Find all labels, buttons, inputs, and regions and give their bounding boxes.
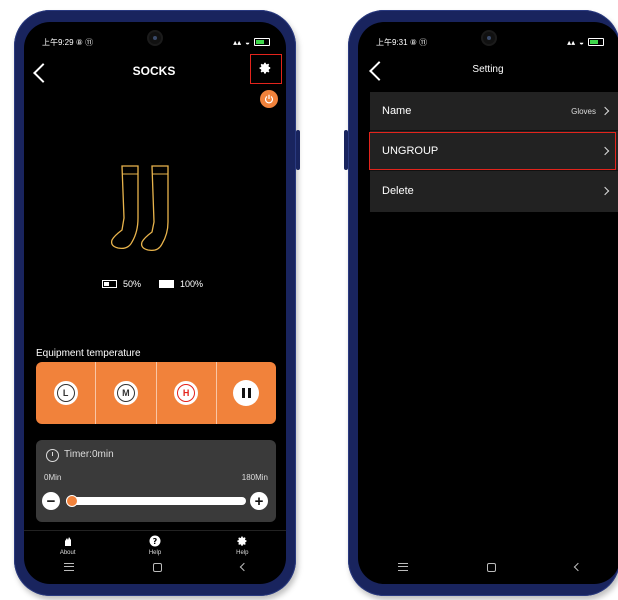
page-title: Setting [472,64,504,75]
status-icons: ▴▴ ◒ [233,38,270,47]
phone-right: 上午9:31 ⑧ ⑪ ▴▴ ◒ Setting Name Gloves UNGR… [344,10,618,596]
system-nav-bar [24,550,286,584]
clock-icon [46,449,59,462]
wifi-icon: ◒ [245,37,250,47]
system-nav-bar [358,550,618,584]
timer-slider-handle[interactable] [66,495,78,507]
back-nav-icon[interactable] [239,562,248,572]
home-nav-icon[interactable] [486,562,496,572]
status-bar: 上午9:29 ⑧ ⑪ ▴▴ ◒ [42,36,270,48]
temp-low-cell: L [36,362,97,424]
signal-icon: ▴▴ [567,37,576,47]
status-bar: 上午9:31 ⑧ ⑪ ▴▴ ◒ [376,36,604,48]
gear-icon[interactable] [258,61,272,75]
battery-half-icon [102,280,117,288]
question-icon: ? [149,535,161,547]
hand-heat-icon [64,537,71,546]
equipment-temperature-label: Equipment temperature [36,348,141,359]
status-time: 上午9:31 ⑧ ⑪ [376,37,428,47]
socks-screen: 上午9:29 ⑧ ⑪ ▴▴ ◒ SOCKS 50% 100% Equipment… [24,22,286,584]
status-icons: ▴▴ ◒ [567,38,604,47]
svg-text:?: ? [153,537,158,546]
row-label: Name [382,105,412,117]
timer-min-label: 0Min [44,473,62,482]
gear-icon [237,536,247,546]
back-nav-icon[interactable] [573,562,582,572]
menu-nav-icon[interactable] [63,563,74,571]
power-button[interactable] [260,90,278,108]
temp-high-cell: H [157,362,217,424]
row-label: Delete [382,185,414,197]
pause-cell [217,362,276,424]
settings-row-delete[interactable]: Delete [370,172,618,210]
timer-decrease-button[interactable]: − [42,492,60,510]
battery-icon [588,38,604,46]
ungroup-highlight [369,132,616,170]
menu-nav-icon[interactable] [397,563,408,571]
socks-illustration [110,165,169,252]
signal-icon: ▴▴ [233,37,242,47]
wifi-icon: ◒ [579,37,584,47]
power-icon [264,94,274,104]
timer-max-label: 180Min [241,473,268,482]
temp-high-button[interactable]: H [174,381,199,405]
home-nav-icon[interactable] [152,562,162,572]
chevron-right-icon [600,186,610,196]
battery-left-value: 50% [123,279,142,289]
temp-medium-cell: M [96,362,157,424]
timer-slider[interactable] [66,497,246,505]
pause-button[interactable] [233,380,260,406]
setting-screen: 上午9:31 ⑧ ⑪ ▴▴ ◒ Setting Name Gloves UNGR… [358,22,618,584]
battery-icon [254,38,270,46]
volume-button [344,130,348,170]
volume-button [296,130,300,170]
back-button[interactable] [33,63,53,83]
row-value: Gloves [571,106,596,116]
page-title: SOCKS [132,64,176,78]
timer-panel: Timer:0min 0Min 180Min − + [36,440,276,522]
battery-full-icon [159,280,175,288]
chevron-right-icon [600,106,610,116]
battery-status: 50% 100% [102,279,203,289]
phone-left: 上午9:29 ⑧ ⑪ ▴▴ ◒ SOCKS 50% 100% Equipment… [14,10,300,596]
status-time: 上午9:29 ⑧ ⑪ [42,37,94,47]
timer-label: Timer:0min [64,449,114,460]
temp-low-button[interactable]: L [53,381,78,405]
settings-row-name[interactable]: Name Gloves [370,92,618,131]
battery-right-value: 100% [180,279,204,289]
temp-medium-button[interactable]: M [113,381,138,405]
pause-icon [241,388,245,398]
timer-increase-button[interactable]: + [250,492,268,510]
back-button[interactable] [369,61,389,81]
temperature-panel: L M H [36,362,276,424]
